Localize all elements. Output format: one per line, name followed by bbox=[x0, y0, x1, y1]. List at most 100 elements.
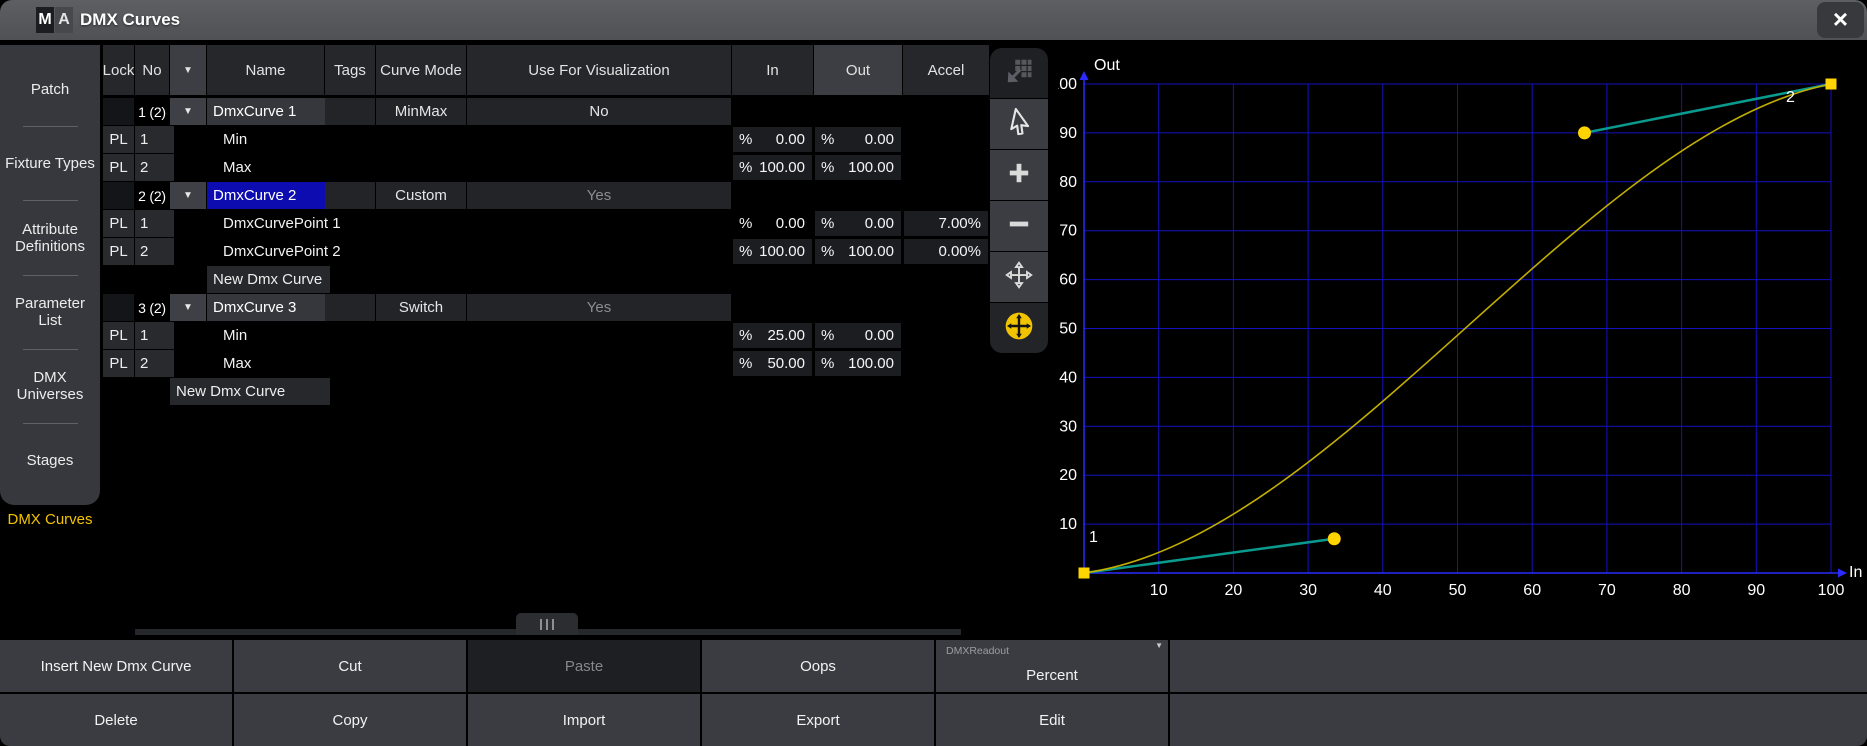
in-value-cell[interactable]: %100.00 bbox=[733, 239, 812, 264]
dmx-readout-dropdown[interactable]: DMXReadout▼Percent bbox=[936, 640, 1168, 692]
import-button[interactable]: Import bbox=[468, 694, 700, 746]
sidebar-item-parameter-list[interactable]: Parameter List bbox=[0, 276, 100, 349]
out-value-cell[interactable]: %100.00 bbox=[815, 351, 901, 376]
lock-cell[interactable]: PL bbox=[103, 210, 134, 237]
edit-button[interactable]: Edit bbox=[936, 694, 1168, 746]
curve-chart[interactable]: 1020304050607080901001020304050607080901… bbox=[1058, 45, 1867, 625]
x-tick-label: 50 bbox=[1449, 582, 1467, 599]
lock-cell[interactable] bbox=[103, 182, 134, 209]
in-value-cell[interactable]: %0.00 bbox=[733, 211, 812, 236]
sidebar-item-dmx-universes[interactable]: DMX Universes bbox=[0, 350, 100, 423]
column-header-tags[interactable]: Tags bbox=[325, 45, 375, 95]
curve-name-cell[interactable]: DmxCurve 3 bbox=[207, 294, 330, 321]
accel-value-cell[interactable]: 7.00% bbox=[904, 211, 988, 236]
column-header-out[interactable]: Out bbox=[814, 45, 902, 95]
point-number-cell[interactable]: 1 bbox=[135, 322, 174, 349]
sidebar-item-patch[interactable]: Patch bbox=[0, 53, 100, 126]
out-value-cell[interactable]: %0.00 bbox=[815, 127, 901, 152]
cut-button[interactable]: Cut bbox=[234, 640, 466, 692]
copy-button[interactable]: Copy bbox=[234, 694, 466, 746]
use-for-visualization-cell[interactable]: Yes bbox=[467, 294, 731, 321]
out-value-cell[interactable]: %0.00 bbox=[815, 211, 901, 236]
point-name-cell[interactable]: DmxCurvePoint 2 bbox=[207, 238, 340, 265]
dmx-curve-editor-canvas[interactable]: 1020304050607080901001020304050607080901… bbox=[1058, 45, 1867, 625]
column-header-name[interactable]: Name bbox=[207, 45, 324, 95]
tool-button-move[interactable] bbox=[990, 252, 1048, 302]
curve-mode-cell[interactable]: Switch bbox=[376, 294, 466, 321]
sidebar-item-stages[interactable]: Stages bbox=[0, 424, 100, 497]
new-dmx-curve-row[interactable]: New Dmx Curve bbox=[207, 266, 330, 293]
lock-cell[interactable]: PL bbox=[103, 126, 134, 153]
lock-cell[interactable]: PL bbox=[103, 154, 134, 181]
in-value-cell[interactable]: %100.00 bbox=[733, 155, 812, 180]
sidebar-item-fixture-types[interactable]: Fixture Types bbox=[0, 127, 100, 200]
column-header-accel[interactable]: Accel bbox=[903, 45, 989, 95]
tags-cell[interactable] bbox=[325, 98, 375, 125]
column-header-lock[interactable]: Lock bbox=[103, 45, 134, 95]
bezier-handle-point[interactable] bbox=[1578, 126, 1591, 139]
export-button[interactable]: Export bbox=[702, 694, 934, 746]
column-header-no[interactable]: No bbox=[135, 45, 169, 95]
curve-anchor-point[interactable] bbox=[1079, 568, 1090, 579]
point-number-cell[interactable]: 2 bbox=[135, 154, 174, 181]
tool-button-grid-move[interactable] bbox=[990, 48, 1048, 98]
collapse-arrow-icon[interactable]: ▼ bbox=[170, 182, 206, 209]
curve-name-cell-selected[interactable]: DmxCurve 2 bbox=[207, 182, 330, 209]
in-value-cell[interactable]: %0.00 bbox=[733, 127, 812, 152]
curve-number-cell[interactable]: 3 (2) bbox=[135, 294, 169, 321]
use-for-visualization-cell[interactable]: No bbox=[467, 98, 731, 125]
close-icon[interactable]: × bbox=[1817, 2, 1864, 38]
use-for-visualization-cell[interactable]: Yes bbox=[467, 182, 731, 209]
out-value-cell[interactable]: %100.00 bbox=[815, 155, 901, 180]
lock-cell[interactable]: PL bbox=[103, 350, 134, 377]
point-number-cell[interactable]: 2 bbox=[135, 350, 174, 377]
tool-button-plus[interactable] bbox=[990, 150, 1048, 200]
delete-button[interactable]: Delete bbox=[0, 694, 232, 746]
lock-cell[interactable]: PL bbox=[103, 322, 134, 349]
column-header-curve-mode[interactable]: Curve Mode bbox=[376, 45, 466, 95]
out-value-cell[interactable]: %100.00 bbox=[815, 239, 901, 264]
point-name-cell[interactable]: Max bbox=[207, 350, 340, 377]
tags-cell[interactable] bbox=[325, 182, 375, 209]
sidebar-item-attribute-definitions[interactable]: Attribute Definitions bbox=[0, 201, 100, 274]
column-header-use-for-visualization[interactable]: Use For Visualization bbox=[467, 45, 731, 95]
horizontal-scrollbar-grip[interactable] bbox=[516, 613, 578, 635]
move-icon bbox=[1004, 260, 1034, 295]
in-value-cell[interactable]: %25.00 bbox=[733, 323, 812, 348]
collapse-arrow-icon[interactable]: ▼ bbox=[170, 98, 206, 125]
tool-button-cursor[interactable] bbox=[990, 99, 1048, 149]
sidebar-item-dmx-curves-active[interactable]: DMX Curves bbox=[0, 510, 100, 529]
tool-button-minus[interactable] bbox=[990, 201, 1048, 251]
curve-mode-cell[interactable]: MinMax bbox=[376, 98, 466, 125]
new-dmx-curve-row[interactable]: New Dmx Curve bbox=[170, 378, 330, 405]
grip-lines-icon bbox=[552, 619, 554, 630]
point-number-cell[interactable]: 1 bbox=[135, 126, 174, 153]
lock-cell[interactable] bbox=[103, 294, 134, 321]
point-name-cell[interactable]: DmxCurvePoint 1 bbox=[207, 210, 340, 237]
lock-cell[interactable] bbox=[103, 98, 134, 125]
in-value-cell[interactable]: %50.00 bbox=[733, 351, 812, 376]
oops-button[interactable]: Oops bbox=[702, 640, 934, 692]
bezier-handle-point[interactable] bbox=[1328, 532, 1341, 545]
tool-button-target-move[interactable] bbox=[990, 303, 1048, 353]
insert-new-dmx-curve-button[interactable]: Insert New Dmx Curve bbox=[0, 640, 232, 692]
lock-cell[interactable]: PL bbox=[103, 238, 134, 265]
bezier-handle-line[interactable] bbox=[1084, 539, 1334, 573]
curve-anchor-point[interactable] bbox=[1826, 79, 1837, 90]
point-name-cell[interactable]: Min bbox=[207, 322, 340, 349]
point-name-cell[interactable]: Min bbox=[207, 126, 340, 153]
point-number-cell[interactable]: 1 bbox=[135, 210, 174, 237]
curve-number-cell[interactable]: 2 (2) bbox=[135, 182, 169, 209]
accel-value-cell[interactable]: 0.00% bbox=[904, 239, 988, 264]
point-name-cell[interactable]: Max bbox=[207, 154, 340, 181]
tags-cell[interactable] bbox=[325, 294, 375, 321]
curve-mode-cell[interactable]: Custom bbox=[376, 182, 466, 209]
point-number-cell[interactable]: 2 bbox=[135, 238, 174, 265]
column-header-in[interactable]: In bbox=[732, 45, 813, 95]
collapse-arrow-icon[interactable]: ▼ bbox=[170, 294, 206, 321]
curve-name-cell[interactable]: DmxCurve 1 bbox=[207, 98, 330, 125]
column-header-collapse[interactable]: ▼ bbox=[170, 45, 206, 95]
curve-number-cell[interactable]: 1 (2) bbox=[135, 98, 169, 125]
out-value-cell[interactable]: %0.00 bbox=[815, 323, 901, 348]
paste-button[interactable]: Paste bbox=[468, 640, 700, 692]
